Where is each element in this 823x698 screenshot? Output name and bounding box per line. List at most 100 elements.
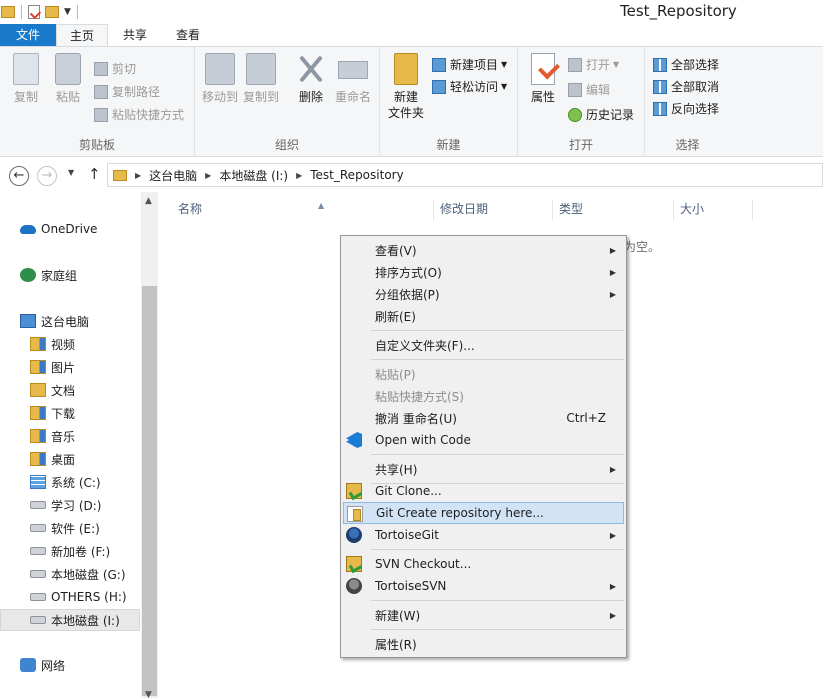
menu-item-tortoisegit[interactable]: TortoiseGit ▶	[343, 524, 624, 546]
paste-shortcut-icon	[94, 108, 108, 122]
open-button[interactable]: 打开 ▼	[568, 55, 619, 75]
menu-separator	[371, 629, 624, 630]
nav-item-downloads[interactable]: 下载	[0, 402, 140, 424]
copy-to-button[interactable]: 复制到	[241, 53, 281, 105]
nav-item-documents[interactable]: 文档	[0, 379, 140, 401]
menu-separator	[371, 330, 624, 331]
menu-item-label: 粘贴(P)	[375, 367, 416, 382]
menu-item-undo-rename[interactable]: 撤消 重命名(U) Ctrl+Z	[343, 407, 624, 429]
nav-item-this-pc[interactable]: 这台电脑	[0, 310, 140, 332]
breadcrumb-drive-i[interactable]: 本地磁盘 (I:)	[219, 167, 288, 184]
menu-item-open-with-code[interactable]: Open with Code	[343, 429, 624, 451]
breadcrumb-this-pc[interactable]: 这台电脑	[149, 167, 197, 184]
nav-item-label: 视频	[51, 337, 76, 352]
select-none-label: 全部取消	[671, 80, 720, 94]
copy-path-button[interactable]: 复制路径	[94, 82, 160, 102]
chevron-right-icon[interactable]: ▶	[205, 171, 211, 180]
nav-item-pictures[interactable]: 图片	[0, 356, 140, 378]
chevron-right-icon[interactable]: ▶	[296, 171, 302, 180]
new-folder-icon	[394, 53, 418, 85]
nav-item-drive-d[interactable]: 学习 (D:)	[0, 494, 140, 516]
svn-checkout-icon	[346, 556, 362, 572]
nav-item-network[interactable]: 网络	[0, 654, 140, 676]
column-header-modified[interactable]: 修改日期	[433, 200, 553, 220]
cut-button[interactable]: 剪切	[94, 59, 136, 79]
forward-button[interactable]: →	[37, 166, 57, 186]
history-icon	[568, 108, 582, 122]
move-to-label: 移动到	[201, 90, 238, 104]
submenu-arrow-icon: ▶	[609, 464, 616, 474]
select-none-button[interactable]: 全部取消	[653, 77, 719, 97]
nav-pane-scrollbar[interactable]: ▲ ▼	[141, 192, 158, 698]
paste-shortcut-button[interactable]: 粘贴快捷方式	[94, 105, 184, 125]
breadcrumb-test-repository[interactable]: Test_Repository	[310, 168, 403, 182]
easy-access-button[interactable]: 轻松访问 ▼	[432, 77, 507, 97]
column-header-name[interactable]: 名称 ▲	[178, 200, 433, 220]
properties-button[interactable]: 属性	[526, 53, 560, 105]
menu-item-view[interactable]: 查看(V) ▶	[343, 239, 624, 261]
menu-item-tortoisesvn[interactable]: TortoiseSVN ▶	[343, 575, 624, 597]
nav-item-drive-h[interactable]: OTHERS (H:)	[0, 586, 140, 608]
tab-view[interactable]: 查看	[162, 24, 214, 47]
menu-item-git-create-repository[interactable]: Git Create repository here...	[343, 502, 624, 524]
easy-access-icon	[432, 80, 446, 94]
quick-access-toolbar: ▼	[0, 2, 84, 22]
edit-button[interactable]: 编辑	[568, 80, 610, 100]
nav-item-drive-e[interactable]: 软件 (E:)	[0, 517, 140, 539]
nav-item-drive-c[interactable]: 系统 (C:)	[0, 471, 140, 493]
menu-item-new[interactable]: 新建(W) ▶	[343, 604, 624, 626]
nav-item-homegroup[interactable]: 家庭组	[0, 264, 140, 286]
new-folder-button[interactable]: 新建 文件夹	[386, 53, 426, 121]
tab-home[interactable]: 主页	[56, 24, 108, 48]
nav-item-videos[interactable]: 视频	[0, 333, 140, 355]
copy-button[interactable]: 复制	[8, 53, 44, 105]
nav-item-drive-i[interactable]: 本地磁盘 (I:)	[0, 609, 140, 631]
open-label: 打开	[586, 58, 611, 72]
nav-item-desktop[interactable]: 桌面	[0, 448, 140, 470]
new-folder-quick-icon[interactable]	[45, 6, 59, 18]
nav-item-onedrive[interactable]: OneDrive	[0, 218, 140, 240]
recent-locations-chevron-icon[interactable]: ▼	[68, 168, 74, 177]
invert-selection-button[interactable]: 反向选择	[653, 99, 719, 119]
move-to-button[interactable]: 移动到	[200, 53, 240, 105]
nav-item-drive-f[interactable]: 新加卷 (F:)	[0, 540, 140, 562]
edit-icon	[568, 83, 582, 97]
nav-item-label: 图片	[51, 360, 76, 375]
menu-item-share-with[interactable]: 共享(H) ▶	[343, 458, 624, 480]
menu-item-sort-by[interactable]: 排序方式(O) ▶	[343, 261, 624, 283]
menu-item-customize-folder[interactable]: 自定义文件夹(F)...	[343, 334, 624, 356]
chevron-right-icon[interactable]: ▶	[135, 171, 141, 180]
menu-item-svn-checkout[interactable]: SVN Checkout...	[343, 553, 624, 575]
menu-item-refresh[interactable]: 刷新(E)	[343, 305, 624, 327]
menu-item-group-by[interactable]: 分组依据(P) ▶	[343, 283, 624, 305]
new-item-button[interactable]: 新建项目 ▼	[432, 55, 507, 75]
paste-icon	[55, 53, 81, 85]
paste-button[interactable]: 粘贴	[50, 53, 86, 105]
menu-separator	[371, 600, 624, 601]
column-header-size[interactable]: 大小	[673, 200, 753, 220]
scroll-up-arrow-icon[interactable]: ▲	[145, 196, 152, 206]
scrollbar-thumb[interactable]	[142, 286, 157, 696]
rename-button[interactable]: 重命名	[333, 53, 373, 105]
menu-item-git-clone[interactable]: Git Clone...	[343, 480, 624, 502]
tab-file[interactable]: 文件	[0, 24, 56, 47]
scroll-down-arrow-icon[interactable]: ▼	[145, 690, 152, 698]
customize-qat-chevron-icon[interactable]: ▼	[64, 7, 71, 17]
menu-item-paste-shortcut[interactable]: 粘贴快捷方式(S)	[343, 385, 624, 407]
column-header-type[interactable]: 类型	[552, 200, 672, 220]
history-button[interactable]: 历史记录	[568, 105, 634, 125]
menu-item-paste[interactable]: 粘贴(P)	[343, 363, 624, 385]
nav-item-drive-g[interactable]: 本地磁盘 (G:)	[0, 563, 140, 585]
menu-separator	[371, 454, 624, 455]
menu-item-properties[interactable]: 属性(R)	[343, 633, 624, 655]
properties-quick-icon[interactable]	[28, 5, 40, 19]
nav-item-music[interactable]: 音乐	[0, 425, 140, 447]
delete-button[interactable]: 删除	[294, 53, 328, 105]
back-button[interactable]: ←	[9, 166, 29, 186]
tab-share[interactable]: 共享	[108, 24, 162, 47]
menu-item-label: 排序方式(O)	[375, 265, 442, 280]
menu-item-label: 刷新(E)	[375, 309, 416, 324]
select-all-button[interactable]: 全部选择	[653, 55, 719, 75]
up-arrow-icon[interactable]: ↑	[88, 165, 101, 183]
address-bar[interactable]: ▶ 这台电脑 ▶ 本地磁盘 (I:) ▶ Test_Repository	[107, 163, 823, 187]
